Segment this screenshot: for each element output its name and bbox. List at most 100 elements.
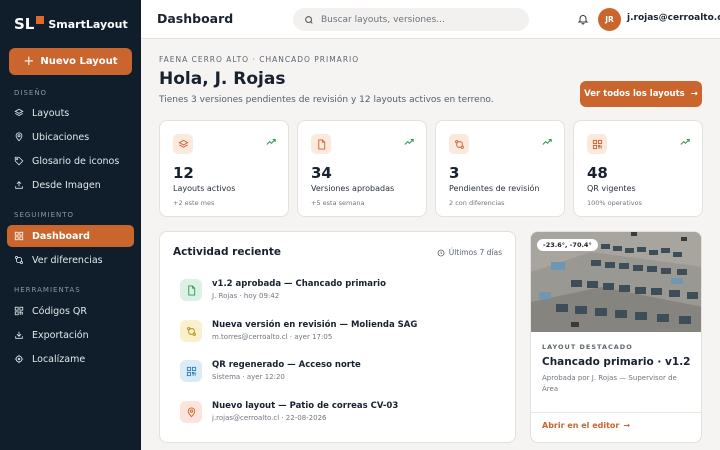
sidebar-item-dashboard[interactable]: Dashboard <box>7 225 134 247</box>
section-title-diseno: DISEÑO <box>14 89 48 97</box>
brand-name: SmartLayout <box>48 17 128 31</box>
divider <box>531 412 701 413</box>
search-bar[interactable] <box>293 8 529 31</box>
arrow-right-icon: → <box>690 89 698 99</box>
git-compare-icon <box>15 256 23 264</box>
new-layout-button[interactable]: + Nuevo Layout <box>9 48 132 75</box>
stat-card-qr[interactable]: 48 QR vigentes 100% operativos <box>573 120 703 217</box>
stat-card-layouts[interactable]: 12 Layouts activos +2 este mes <box>159 120 289 217</box>
sidebar-item-label: Ver diferencias <box>32 254 103 266</box>
activity-icon-badge <box>180 320 202 342</box>
page-eyebrow: FAENA CERRO ALTO · CHANCADO PRIMARIO <box>159 55 360 64</box>
activity-item[interactable]: Nuevo layout — Patio de correas CV-03 j.… <box>180 401 500 431</box>
open-editor-link[interactable]: Abrir en el editor → <box>542 421 630 430</box>
sidebar-item-label: Localízame <box>32 353 86 365</box>
stat-value: 34 <box>311 164 332 182</box>
avatar[interactable]: JR <box>598 8 621 31</box>
sidebar-item-label: Layouts <box>32 107 70 119</box>
clock-icon <box>437 249 445 256</box>
activity-item-meta: m.torres@cerroalto.cl · ayer 17:05 <box>212 333 333 341</box>
upload-icon <box>15 181 23 189</box>
stat-icon-badge <box>587 134 607 154</box>
trend-up-icon <box>542 138 552 145</box>
sidebar-item-label: Desde Imagen <box>32 179 101 191</box>
stat-card-pendientes[interactable]: 3 Pendientes de revisión 2 con diferenci… <box>435 120 565 217</box>
stat-sub: +5 esta semana <box>311 199 365 207</box>
download-icon <box>15 331 23 339</box>
brand-square-icon <box>36 16 45 24</box>
search-input[interactable] <box>321 14 511 25</box>
featured-description: Aprobada por J. Rojas — Supervisor de Ár… <box>542 374 677 393</box>
stat-value: 3 <box>449 164 460 182</box>
sidebar-item-glosario[interactable]: Glosario de iconos <box>7 150 134 172</box>
activity-icon-badge <box>180 279 202 301</box>
tag-icon <box>14 156 24 166</box>
user-email[interactable]: j.rojas@cerroalto.cl <box>627 13 720 23</box>
map-pin-icon <box>15 132 23 142</box>
activity-item[interactable]: v1.2 aprobada — Chancado primario J. Roj… <box>180 279 500 309</box>
section-title-seguimiento: SEGUIMIENTO <box>14 211 75 219</box>
brand-logo[interactable]: SL SmartLayout <box>14 14 128 34</box>
layers-icon <box>177 139 189 148</box>
activity-title: Actividad reciente <box>173 246 282 258</box>
featured-aerial-image: -23.6°, -70.4° <box>531 232 701 332</box>
plus-icon: + <box>23 54 35 69</box>
trend-up-icon <box>680 138 690 145</box>
sidebar-item-ubicaciones[interactable]: Ubicaciones <box>7 126 134 148</box>
sidebar-item-localizame[interactable]: Localízame <box>7 348 134 370</box>
stat-label: Pendientes de revisión <box>449 184 540 193</box>
activity-range[interactable]: Últimos 7 días <box>437 248 502 257</box>
new-layout-label: Nuevo Layout <box>40 56 118 67</box>
featured-layout-card[interactable]: -23.6°, -70.4° LAYOUT DESTACADO Chancado… <box>530 231 702 443</box>
stat-sub: 100% operativos <box>587 199 642 207</box>
sidebar-item-label: Dashboard <box>32 230 90 242</box>
sidebar-item-desde-imagen[interactable]: Desde Imagen <box>7 174 134 196</box>
sidebar-item-label: Códigos QR <box>32 305 88 317</box>
stat-label: Layouts activos <box>173 184 236 193</box>
stat-sub: +2 este mes <box>173 199 215 207</box>
stat-value: 48 <box>587 164 608 182</box>
stat-value: 12 <box>173 164 194 182</box>
view-all-label: Ver todos los layouts <box>584 89 685 99</box>
section-title-herramientas: HERRAMIENTAS <box>14 286 81 294</box>
greeting-subtitle: Tienes 3 versiones pendientes de revisió… <box>159 95 494 105</box>
git-compare-icon <box>454 139 464 149</box>
page-title: Dashboard <box>157 11 234 26</box>
coordinates-badge: -23.6°, -70.4° <box>537 239 598 251</box>
activity-item[interactable]: QR regenerado — Acceso norte Sistema · a… <box>180 360 500 390</box>
open-editor-label: Abrir en el editor <box>542 421 620 430</box>
activity-item-meta: Sistema · ayer 12:20 <box>212 373 285 381</box>
file-icon <box>317 138 325 150</box>
arrow-right-icon: → <box>623 421 631 430</box>
trend-up-icon <box>266 138 276 145</box>
trend-up-icon <box>404 138 414 145</box>
stat-label: QR vigentes <box>587 184 636 193</box>
qr-icon <box>186 366 196 376</box>
activity-item-title: Nueva versión en revisión — Molienda SAG <box>212 320 418 330</box>
activity-item[interactable]: Nueva versión en revisión — Molienda SAG… <box>180 320 500 350</box>
sidebar-item-label: Exportación <box>32 329 89 341</box>
activity-item-title: Nuevo layout — Patio de correas CV-03 <box>212 401 399 411</box>
stat-icon-badge <box>173 134 193 154</box>
stat-icon-badge <box>311 134 331 154</box>
git-compare-icon <box>186 326 196 336</box>
top-header: Dashboard JR j.rojas@cerroalto.cl <box>141 0 720 39</box>
map-pin-icon <box>187 407 195 417</box>
grid-icon <box>14 231 24 241</box>
stat-icon-badge <box>449 134 469 154</box>
brand-mark: SL <box>14 15 35 33</box>
search-icon <box>305 15 313 24</box>
stat-card-versiones[interactable]: 34 Versiones aprobadas +5 esta semana <box>297 120 427 217</box>
activity-item-title: QR regenerado — Acceso norte <box>212 360 361 370</box>
activity-item-meta: j.rojas@cerroalto.cl · 22-08-2026 <box>212 414 327 422</box>
activity-item-meta: J. Rojas · hoy 09:42 <box>212 292 280 300</box>
sidebar-item-codigos-qr[interactable]: Códigos QR <box>7 300 134 322</box>
sidebar-item-exportacion[interactable]: Exportación <box>7 324 134 346</box>
crosshair-icon <box>14 354 24 364</box>
stat-label: Versiones aprobadas <box>311 184 395 193</box>
bell-icon[interactable] <box>577 13 589 25</box>
sidebar-item-ver-diferencias[interactable]: Ver diferencias <box>7 249 134 271</box>
sidebar-item-layouts[interactable]: Layouts <box>7 102 134 124</box>
qr-icon <box>592 139 602 149</box>
view-all-layouts-button[interactable]: Ver todos los layouts → <box>580 81 702 107</box>
